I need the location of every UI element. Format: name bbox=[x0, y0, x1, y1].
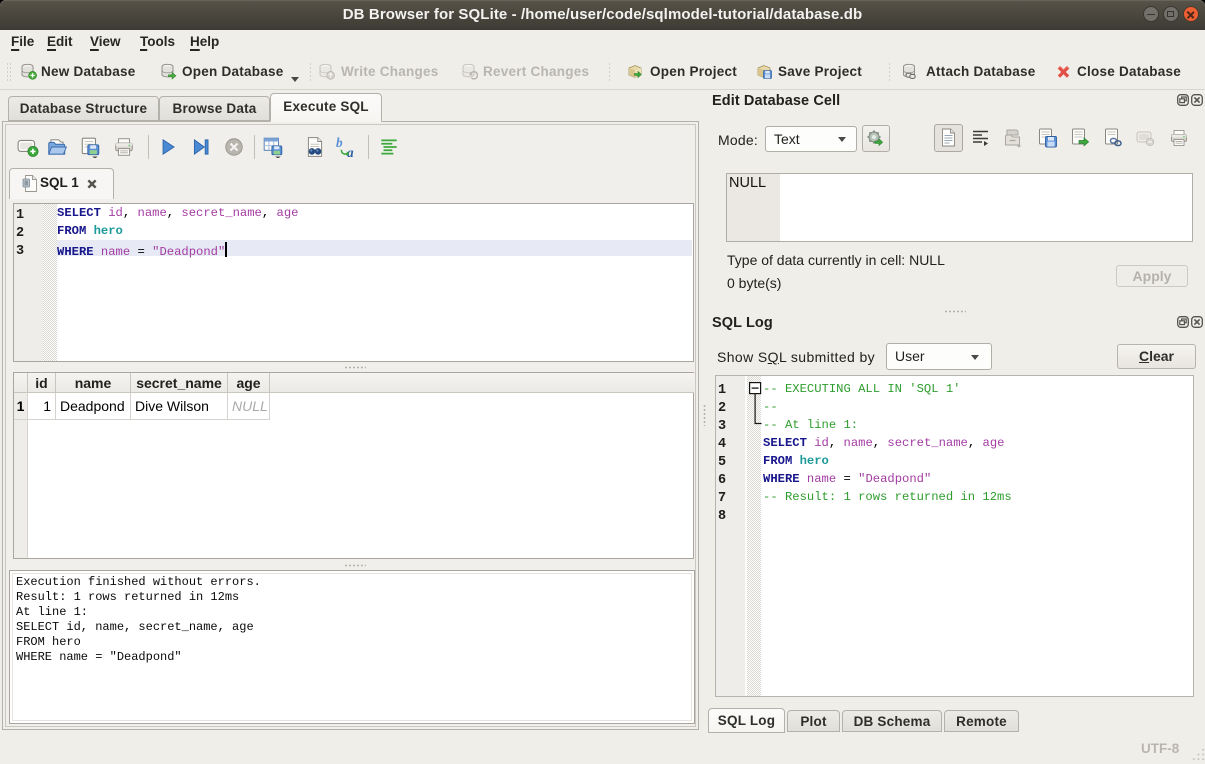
svg-text:a: a bbox=[347, 145, 354, 158]
svg-text:b: b bbox=[336, 136, 343, 150]
